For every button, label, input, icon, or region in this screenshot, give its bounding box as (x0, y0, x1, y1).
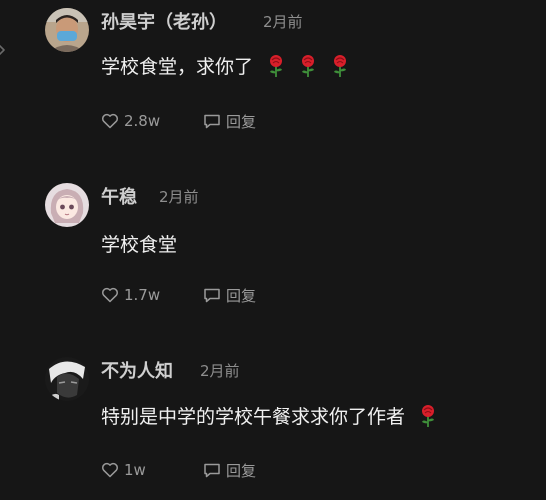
comment-text: 特别是中学的学校午餐求求你了作者 (101, 406, 406, 428)
comment-text: 学校食堂 (101, 234, 178, 256)
comment-text-row: 学校食堂 (101, 230, 177, 257)
reply-label: 回复 (226, 461, 257, 480)
comment-icon (204, 288, 220, 303)
comment-actions: 1.7w 回复 (101, 286, 256, 305)
comment-icon (204, 463, 220, 478)
comment-text-row: 学校食堂，求你了 (101, 52, 349, 79)
comment-icon (204, 114, 220, 129)
avatar[interactable] (45, 183, 89, 227)
like-count: 2.8w (124, 112, 161, 130)
heart-icon (102, 113, 118, 129)
reply-button[interactable]: 回复 (203, 111, 256, 132)
rose-emoji (334, 54, 347, 77)
like-count: 1.7w (124, 286, 161, 304)
comment-list: 孙昊宇（老孙） 2月前 学校食堂，求你了 2.8w 回复 午稳 2月前 学校食堂… (0, 0, 546, 500)
avatar[interactable] (45, 357, 89, 401)
rose-emoji (422, 404, 435, 427)
like-button[interactable]: 2.8w (101, 112, 160, 130)
author-name[interactable]: 孙昊宇（老孙） (101, 8, 227, 34)
reply-label: 回复 (226, 286, 257, 305)
author-name[interactable]: 午稳 (101, 183, 137, 209)
reply-label: 回复 (226, 112, 257, 131)
avatar[interactable] (45, 8, 89, 52)
comment-text-row: 特别是中学的学校午餐求求你了作者 (101, 402, 437, 429)
heart-icon (102, 462, 118, 478)
reply-button[interactable]: 回复 (203, 460, 256, 481)
comment-actions: 1w 回复 (101, 461, 256, 480)
like-count: 1w (124, 461, 146, 479)
rose-emoji (270, 54, 283, 77)
comment-time: 2月前 (263, 13, 303, 31)
reply-button[interactable]: 回复 (203, 285, 256, 306)
author-name[interactable]: 不为人知 (101, 357, 173, 383)
like-button[interactable]: 1.7w (101, 286, 160, 304)
comment-text: 学校食堂，求你了 (101, 56, 254, 78)
comment-time: 2月前 (159, 188, 199, 206)
comment-actions: 2.8w 回复 (101, 112, 256, 131)
heart-icon (102, 287, 118, 303)
rose-emoji (302, 54, 315, 77)
chevron-right-icon[interactable] (0, 42, 8, 58)
like-button[interactable]: 1w (101, 461, 146, 479)
comment-time: 2月前 (200, 362, 240, 380)
